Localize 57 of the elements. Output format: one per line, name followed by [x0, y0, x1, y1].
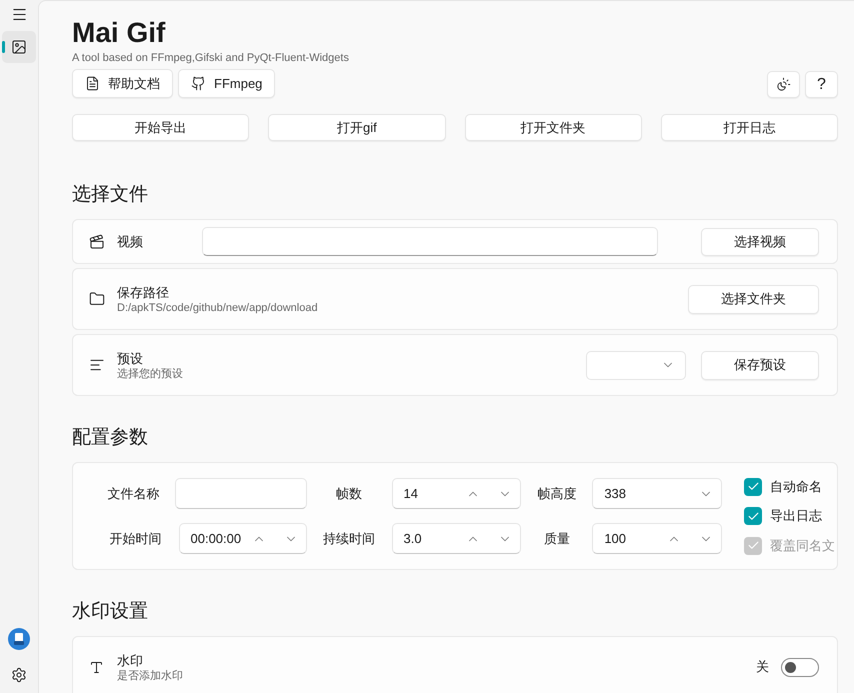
theme-icon	[776, 77, 791, 92]
checkbox-label: 导出日志	[770, 507, 822, 526]
spin-box[interactable]: 14	[392, 478, 522, 509]
checkbox-label: 覆盖同名文	[770, 536, 835, 555]
link-button[interactable]: FFmpeg	[178, 69, 276, 98]
field-label: 帧高度	[536, 484, 578, 503]
field-label: 预设	[117, 350, 144, 366]
text-icon	[89, 660, 104, 674]
action-button[interactable]: 开始导出	[72, 114, 250, 141]
save-preset-button[interactable]: 保存预设	[701, 350, 819, 380]
section-heading: 配置参数	[72, 426, 149, 450]
app-subtitle: A tool based on FFmpeg,Gifski and PyQt-Fluent-Widgets	[72, 51, 350, 65]
github-icon	[191, 76, 206, 91]
video-path-field[interactable]	[202, 227, 658, 256]
action-button[interactable]: 打开gif	[268, 114, 446, 141]
field-label: 水印	[117, 652, 144, 668]
choose-video-button[interactable]: 选择视频	[701, 228, 819, 256]
switch-label: 关	[756, 658, 769, 676]
action-button[interactable]: 打开日志	[660, 114, 838, 141]
input-field[interactable]	[175, 478, 307, 509]
combo-box[interactable]: 338	[592, 478, 722, 509]
spin-box[interactable]: 3.0	[392, 523, 522, 554]
action-button[interactable]: 打开文件夹	[464, 114, 642, 141]
switch-knob	[785, 662, 796, 672]
folder-icon	[89, 291, 105, 307]
image-icon	[11, 39, 27, 55]
section-heading: 水印设置	[72, 600, 149, 624]
field-label: 帧数	[335, 484, 364, 503]
field-label: 开始时间	[108, 530, 162, 548]
lines-icon	[89, 357, 105, 373]
field-label: 质量	[542, 530, 571, 548]
checkbox-label: 自动命名	[770, 478, 822, 496]
document-icon	[85, 76, 100, 91]
spin-box[interactable]: 100	[592, 523, 722, 554]
settings-icon[interactable]	[11, 667, 27, 683]
field-label: 视频	[117, 232, 144, 251]
nav-item[interactable]	[2, 31, 36, 63]
field-label: 持续时间	[322, 530, 376, 548]
preset-hint: 选择您的预设	[117, 366, 184, 380]
checkbox[interactable]	[744, 478, 762, 496]
save-path-text: D:/apkTS/code/github/new/app/download	[117, 300, 319, 314]
field-label: 保存路径	[117, 284, 170, 300]
section-heading: 选择文件	[72, 183, 149, 207]
help-button[interactable]: ?	[805, 71, 838, 98]
selection-indicator	[2, 41, 5, 53]
app-title: Mai Gif	[72, 16, 166, 50]
spin-box[interactable]: 00:00:00	[178, 523, 307, 554]
link-button[interactable]: 帮助文档	[72, 69, 173, 98]
choose-folder-button[interactable]: 选择文件夹	[688, 284, 819, 314]
checkbox[interactable]	[744, 507, 762, 525]
clapperboard-icon	[89, 234, 105, 250]
field-label: 文件名称	[106, 484, 161, 503]
watermark-hint: 是否添加水印	[117, 668, 184, 682]
avatar-icon[interactable]	[8, 628, 30, 650]
watermark-switch[interactable]	[781, 658, 819, 676]
theme-button[interactable]	[767, 71, 800, 98]
check-icon	[746, 510, 760, 522]
